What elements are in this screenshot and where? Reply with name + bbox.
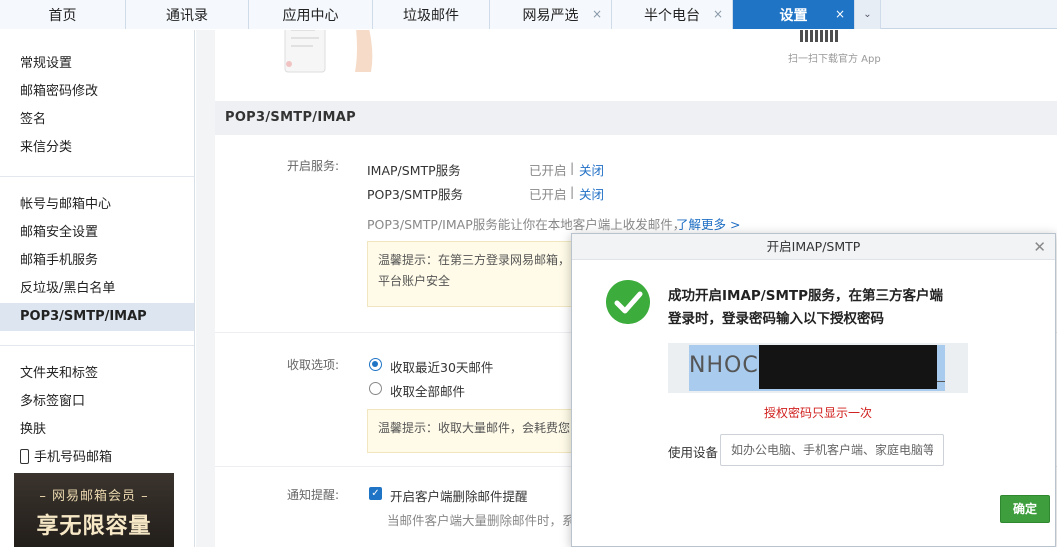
code-underline [937,381,945,382]
app-illustration [284,30,373,73]
message-line: 登录时，登录密码输入以下授权密码 [668,311,884,327]
sidebar-item-multi-tab[interactable]: 多标签窗口 [0,388,194,416]
tab-label: 垃圾邮件 [403,7,459,24]
success-message: 成功开启IMAP/SMTP服务，在第三方客户端 登录时，登录密码输入以下授权密码 [668,285,943,331]
phone-icon [20,449,29,464]
imap-smtp-dialog: 开启IMAP/SMTP ✕ 成功开启IMAP/SMTP服务，在第三方客户端 登录… [571,233,1056,547]
sidebar-group-general: 常规设置 邮箱密码修改 签名 来信分类 [0,30,194,162]
radio-recent-30-days[interactable] [369,358,382,371]
sidebar-item-password[interactable]: 邮箱密码修改 [0,78,194,106]
tab-bar: 首页 通讯录 应用中心 垃圾邮件 网易严选 × 半个电台 × 设置 × ⌄ [0,0,1057,29]
tab-radio[interactable]: 半个电台 × [612,0,733,29]
sidebar-item-antispam[interactable]: 反垃圾/黑白名单 [0,275,194,303]
close-icon[interactable]: ✕ [1033,238,1046,256]
service-pop3-status: 已开启 [529,187,567,202]
radio-recent-30-days-label[interactable]: 收取最近30天邮件 [390,357,493,376]
message-line: 成功开启IMAP/SMTP服务，在第三方客户端 [668,288,943,304]
sidebar-item-signature[interactable]: 签名 [0,106,194,134]
promo-line1: – 网易邮箱会员 – [39,489,149,504]
service-pop3-close-link[interactable]: 关闭 [579,184,604,203]
sidebar-item-mobile-service[interactable]: 邮箱手机服务 [0,247,194,275]
tab-more-button[interactable]: ⌄ [855,0,881,29]
sidebar-item-folders-labels[interactable]: 文件夹和标签 [0,360,194,388]
service-pop3-name: POP3/SMTP服务 [367,187,463,202]
sidebar-group-misc: 文件夹和标签 多标签窗口 换肤 手机号码邮箱 [0,345,194,472]
promo-line2: 享无限容量 [36,514,152,539]
sidebar-item-account-center[interactable]: 帐号与邮箱中心 [0,191,194,219]
sidebar-item-mail-sorting[interactable]: 来信分类 [0,134,194,162]
tab-label: 首页 [48,7,77,24]
tab-label: 网易严选 [522,7,579,24]
tab-close-icon[interactable]: × [592,7,602,21]
sidebar-group-account: 帐号与邮箱中心 邮箱安全设置 邮箱手机服务 反垃圾/黑白名单 POP3/SMTP… [0,176,194,331]
notify-checkbox[interactable]: ✓ [369,487,382,500]
check-circle-icon [606,280,650,324]
radio-all-mail[interactable] [369,382,382,395]
sidebar-item-security[interactable]: 邮箱安全设置 [0,219,194,247]
notify-label: 通知提醒: [287,488,340,502]
service-imap-name: IMAP/SMTP服务 [367,163,461,178]
sidebar-item-general[interactable]: 常规设置 [0,50,194,78]
sidebar-item-pop3-smtp-imap[interactable]: POP3/SMTP/IMAP [0,303,194,331]
tab-app-center[interactable]: 应用中心 [249,0,373,29]
tab-contacts[interactable]: 通讯录 [126,0,249,29]
tab-home[interactable]: 首页 [0,0,126,29]
separator: | [570,160,575,175]
chevron-down-icon: ⌄ [863,9,872,20]
auth-code-box[interactable]: NHOC [668,343,968,393]
tab-yanxuan[interactable]: 网易严选 × [490,0,612,29]
settings-sidebar: 常规设置 邮箱密码修改 签名 来信分类 帐号与邮箱中心 邮箱安全设置 邮箱手机服… [0,30,195,547]
dialog-title: 开启IMAP/SMTP [572,234,1055,260]
service-imap-status: 已开启 [529,163,567,178]
learn-more-link[interactable]: 了解更多 > [676,214,740,233]
device-input[interactable] [720,434,944,466]
service-label: 开启服务: [287,159,340,173]
auth-code-text: NHOC [689,353,759,378]
tab-label: 应用中心 [282,7,339,24]
qr-code [800,30,838,42]
tab-close-icon[interactable]: × [835,7,845,21]
notify-option-label[interactable]: 开启客户端删除邮件提醒 [390,486,528,505]
redaction-mask [759,345,937,389]
sidebar-item-label: 手机号码邮箱 [34,450,113,465]
app-download-strip: 扫一扫下载官方 App [215,30,1057,86]
sidebar-item-skin[interactable]: 换肤 [0,416,194,444]
confirm-button[interactable]: 确定 [1000,495,1050,523]
section-title: POP3/SMTP/IMAP [215,101,1057,135]
qr-caption: 扫一扫下载官方 App [788,54,881,65]
notify-description: 当邮件客户端大量删除邮件时，系统 [387,513,588,528]
sidebar-item-phone-mail[interactable]: 手机号码邮箱 [0,444,194,472]
vip-promo-banner[interactable]: – 网易邮箱会员 – 享无限容量 [14,473,174,547]
tab-close-icon[interactable]: × [713,7,723,21]
separator: | [570,184,575,199]
tab-label: 半个电台 [644,7,700,24]
tab-settings[interactable]: 设置 × [733,0,855,29]
receive-label: 收取选项: [287,358,340,372]
warning-text: 授权密码只显示一次 [763,406,872,420]
tab-label: 设置 [779,7,808,24]
device-label: 使用设备 [668,445,719,460]
radio-all-mail-label[interactable]: 收取全部邮件 [390,381,465,400]
tab-label: 通讯录 [166,7,208,24]
service-imap-close-link[interactable]: 关闭 [579,160,604,179]
service-description: POP3/SMTP/IMAP服务能让你在本地客户端上收发邮件， [367,217,686,232]
tab-spam[interactable]: 垃圾邮件 [373,0,490,29]
